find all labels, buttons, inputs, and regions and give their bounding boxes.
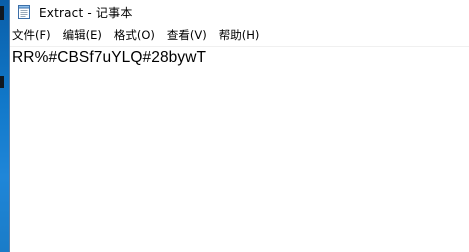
menu-format[interactable]: 格式(O) bbox=[108, 25, 161, 45]
window-title: Extract - 记事本 bbox=[39, 5, 133, 20]
menu-view[interactable]: 查看(V) bbox=[161, 25, 213, 45]
text-editor-area[interactable]: RR%#CBSf7uYLQ#28bywT bbox=[10, 47, 469, 252]
desktop-background bbox=[0, 0, 9, 252]
menu-bar: 文件(F) 编辑(E) 格式(O) 查看(V) 帮助(H) bbox=[10, 24, 469, 47]
title-bar[interactable]: Extract - 记事本 bbox=[10, 0, 469, 24]
menu-help[interactable]: 帮助(H) bbox=[213, 25, 266, 45]
menu-edit[interactable]: 编辑(E) bbox=[57, 25, 108, 45]
editor-content[interactable]: RR%#CBSf7uYLQ#28bywT bbox=[10, 47, 469, 67]
notepad-icon[interactable] bbox=[16, 4, 32, 20]
desktop-icon-fragment bbox=[0, 76, 4, 88]
notepad-window: Extract - 记事本 文件(F) 编辑(E) 格式(O) 查看(V) 帮助… bbox=[9, 0, 469, 252]
menu-file[interactable]: 文件(F) bbox=[10, 25, 57, 45]
desktop-icon-fragment bbox=[0, 6, 4, 20]
